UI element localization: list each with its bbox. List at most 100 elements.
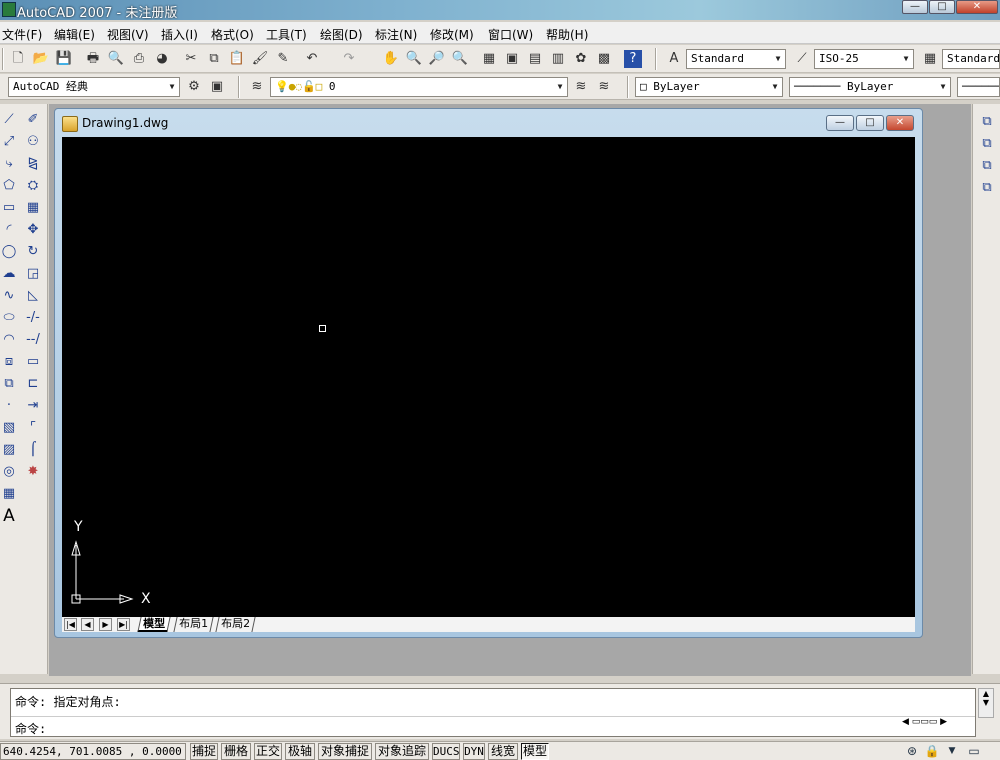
polygon-icon[interactable]: ⬠ — [0, 176, 18, 196]
lineweight-toggle[interactable]: 线宽 — [488, 743, 518, 760]
ellipse-arc-icon[interactable]: ◠ — [0, 330, 18, 350]
insert-block-icon[interactable]: ⧈ — [0, 352, 18, 372]
line-icon[interactable]: ⟋ — [0, 110, 18, 130]
model-space-toggle[interactable]: 模型 — [521, 743, 549, 760]
dimension-style-dropdown[interactable]: ISO-25 ▼ — [814, 49, 914, 69]
layer-dropdown[interactable]: 💡●◌🔓□ 0 ▼ — [270, 77, 568, 97]
rectangle-icon[interactable]: ▭ — [0, 198, 18, 218]
communication-center-icon[interactable]: ⊛ — [904, 744, 920, 759]
send-to-back-icon[interactable]: ⧉ — [978, 134, 996, 154]
menu-draw[interactable]: 绘图(D) — [320, 26, 363, 43]
toolbar-grip[interactable] — [2, 48, 4, 70]
layer-previous-icon[interactable]: ≋ — [595, 78, 613, 96]
drawing-minimize-button[interactable]: — — [826, 115, 854, 131]
osnap-toggle[interactable]: 对象捕捉 — [318, 743, 372, 760]
menu-window[interactable]: 窗口(W) — [488, 26, 533, 43]
block-editor-icon[interactable]: ✎ — [274, 50, 292, 68]
zoom-window-icon[interactable]: 🔎 — [428, 50, 446, 68]
plot-icon[interactable]: 🖶 — [84, 50, 102, 68]
dimension-style-icon[interactable]: ⟋ — [793, 50, 811, 68]
menu-help[interactable]: 帮助(H) — [546, 26, 588, 43]
erase-icon[interactable]: ✐ — [24, 110, 42, 130]
tool-palettes-icon[interactable]: ▤ — [526, 50, 544, 68]
open-file-icon[interactable]: 📂 — [32, 50, 50, 68]
dwg-file-icon[interactable] — [62, 116, 78, 132]
text-style-dropdown[interactable]: Standard ▼ — [686, 49, 786, 69]
coordinate-readout[interactable]: 640.4254, 701.0085 , 0.0000 — [0, 743, 186, 760]
join-icon[interactable]: ⇥ — [24, 396, 42, 416]
redo-icon[interactable]: ↷ — [340, 50, 358, 68]
dyn-toggle[interactable]: DYN — [463, 743, 485, 760]
trim-icon[interactable]: -/- — [24, 308, 42, 328]
text-style-icon[interactable]: A — [665, 50, 683, 68]
command-scrollbar[interactable]: ▲ ▼ — [978, 688, 994, 718]
zoom-realtime-icon[interactable]: 🔍 — [405, 50, 423, 68]
rotate-icon[interactable]: ↻ — [24, 242, 42, 262]
sheet-set-manager-icon[interactable]: ▥ — [549, 50, 567, 68]
drawing-maximize-button[interactable]: □ — [856, 115, 884, 131]
help-icon[interactable]: ? — [624, 50, 642, 68]
last-tab-button[interactable]: ▶| — [117, 618, 130, 631]
chamfer-icon[interactable]: ⌜ — [24, 418, 42, 438]
make-object-layer-current-icon[interactable]: ≋ — [572, 78, 590, 96]
maximize-button[interactable]: □ — [929, 0, 955, 14]
ellipse-icon[interactable]: ⬭ — [0, 308, 18, 328]
bring-to-front-icon[interactable]: ⧉ — [978, 112, 996, 132]
move-icon[interactable]: ✥ — [24, 220, 42, 240]
send-under-objects-icon[interactable]: ⧉ — [978, 178, 996, 198]
minimize-button[interactable]: — — [902, 0, 928, 14]
fillet-icon[interactable]: ⌠ — [24, 440, 42, 460]
zoom-previous-icon[interactable]: 🔍 — [451, 50, 469, 68]
model-space-canvas[interactable]: Y X — [62, 137, 915, 617]
revision-cloud-icon[interactable]: ☁ — [0, 264, 18, 284]
arc-icon[interactable]: ◜ — [0, 220, 18, 240]
table-style-dropdown[interactable]: Standard — [942, 49, 1000, 69]
lineweight-control-dropdown[interactable]: ────── — [957, 77, 1000, 97]
copy-object-icon[interactable]: ⚇ — [24, 132, 42, 152]
workspace-dropdown[interactable]: AutoCAD 经典 ▼ — [8, 77, 180, 97]
explode-icon[interactable]: ✸ — [24, 462, 42, 482]
previous-tab-button[interactable]: ◀ — [81, 618, 94, 631]
menu-edit[interactable]: 编辑(E) — [54, 26, 95, 43]
workspace-settings-icon[interactable]: ⚙ — [185, 78, 203, 96]
scale-icon[interactable]: ◲ — [24, 264, 42, 284]
point-icon[interactable]: · — [0, 396, 18, 416]
gradient-icon[interactable]: ▨ — [0, 440, 18, 460]
make-block-icon[interactable]: ⧉ — [0, 374, 18, 394]
snap-toggle[interactable]: 捕捉 — [190, 743, 218, 760]
undo-icon[interactable]: ↶ — [303, 50, 321, 68]
circle-icon[interactable]: ◯ — [0, 242, 18, 262]
spline-icon[interactable]: ∿ — [0, 286, 18, 306]
publish-icon[interactable]: ⎙ — [130, 50, 148, 68]
break-at-point-icon[interactable]: ▭ — [24, 352, 42, 372]
toolbar-lock-icon[interactable]: 🔒 — [924, 744, 940, 759]
array-icon[interactable]: ▦ — [24, 198, 42, 218]
next-tab-button[interactable]: ▶ — [99, 618, 112, 631]
first-tab-button[interactable]: |◀ — [64, 618, 77, 631]
command-line-box[interactable]: 命令: 指定对角点: 命令: — [10, 688, 976, 737]
quickcalc-icon[interactable]: ▩ — [595, 50, 613, 68]
table-style-icon[interactable]: ▦ — [921, 50, 939, 68]
multiline-text-icon[interactable]: A — [0, 506, 18, 526]
break-icon[interactable]: ⊏ — [24, 374, 42, 394]
close-button[interactable]: ✕ — [956, 0, 998, 14]
paste-icon[interactable]: 📋 — [228, 50, 246, 68]
match-properties-icon[interactable]: 🖌 — [251, 50, 269, 68]
bring-above-objects-icon[interactable]: ⧉ — [978, 156, 996, 176]
menu-dimension[interactable]: 标注(N) — [375, 26, 417, 43]
status-menu-arrow-icon[interactable]: ▼ — [944, 744, 960, 759]
properties-icon[interactable]: ▦ — [480, 50, 498, 68]
menu-modify[interactable]: 修改(M) — [430, 26, 474, 43]
hatch-icon[interactable]: ▧ — [0, 418, 18, 438]
plot-preview-icon[interactable]: 🔍 — [107, 50, 125, 68]
color-control-dropdown[interactable]: □ ByLayer ▼ — [635, 77, 783, 97]
mirror-icon[interactable]: ⧎ — [24, 154, 42, 174]
command-horizontal-scrollbar[interactable]: ◀ ▭▭▭ ▶ — [902, 717, 974, 733]
menu-format[interactable]: 格式(O) — [211, 26, 254, 43]
ortho-toggle[interactable]: 正交 — [254, 743, 282, 760]
3d-dwf-icon[interactable]: ◕ — [153, 50, 171, 68]
extend-icon[interactable]: --/ — [24, 330, 42, 350]
linetype-control-dropdown[interactable]: ─────── ByLayer ▼ — [789, 77, 951, 97]
copy-icon[interactable]: ⧉ — [205, 50, 223, 68]
new-file-icon[interactable]: 🗋 — [9, 50, 27, 68]
